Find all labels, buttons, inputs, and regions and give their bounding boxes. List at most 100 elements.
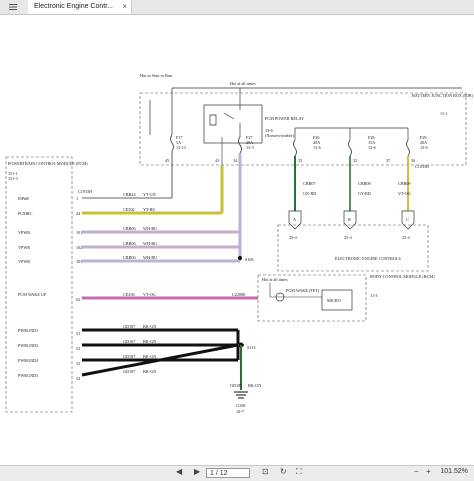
bcm-hot-label: Hot at all times xyxy=(262,277,288,282)
diagram-canvas: Hot in Start or Run Hot at all times BAT… xyxy=(0,15,474,465)
bjb-ref: 11-1 xyxy=(440,111,448,116)
circuit-id: GD187 xyxy=(123,339,135,344)
pcm-pin-number: 101 xyxy=(76,230,82,235)
bjb-pin: 36 xyxy=(411,158,415,163)
ground-wire-color: BK-GN xyxy=(248,383,261,388)
fuse-ref: 13-6 xyxy=(313,145,321,150)
relay-title: PCM POWER RELAY xyxy=(265,116,304,121)
eec-title: ELECTRONIC ENGINE CONTROLS xyxy=(335,256,402,261)
circuit-color: BK-GN xyxy=(143,354,156,359)
bcm-ref: 11-3 xyxy=(370,293,378,298)
document-tab-title: Electronic Engine Contr... xyxy=(34,3,113,10)
pcm-pin-number: 54 xyxy=(76,376,81,381)
bjb-connector: C1035B xyxy=(415,164,429,169)
eec-ref: 25-4 xyxy=(402,235,411,240)
fuse-ref: 13-13 xyxy=(176,145,186,150)
circuit-id: GD187 xyxy=(123,324,135,329)
circuit-color: VT-OG xyxy=(143,292,156,297)
relay-contact xyxy=(223,112,235,120)
circuit-color: WH-BU xyxy=(143,255,157,260)
ground-ref: 10-7 xyxy=(236,409,244,414)
tab-bar: Electronic Engine Contr... × xyxy=(0,0,474,15)
fuse-ref: 13-6 xyxy=(368,145,376,150)
pcm-connector: C1915H xyxy=(78,189,92,194)
eec-wire-color: VT-OG xyxy=(398,191,411,196)
close-tab-icon[interactable]: × xyxy=(122,0,127,14)
bjb-pin: 45 xyxy=(165,158,169,163)
fuse-ref: 13-6 xyxy=(420,145,428,150)
relay-note: (Nonserviceable) xyxy=(265,133,294,138)
ground-wire-id: GD187 xyxy=(230,383,242,388)
pcm-pin-number: 53 xyxy=(76,361,80,366)
pcm-title: POWERTRAIN CONTROL MODULE (PCM) xyxy=(8,161,88,166)
fit-page-icon[interactable]: ⊡ xyxy=(262,467,269,476)
bjb-pin: 33 xyxy=(298,158,302,163)
pcm-pin-number: 62 xyxy=(76,297,80,302)
circuit-color: WH-BU xyxy=(143,226,157,231)
eec-ref: 25-4 xyxy=(344,235,353,240)
eec-connector-letter: C xyxy=(406,217,409,222)
bjb-box xyxy=(139,92,467,166)
pcm-pin-label: PWRGND3 xyxy=(18,373,38,378)
circuit-color: WH-BU xyxy=(143,241,157,246)
zoom-out-icon[interactable]: − xyxy=(414,467,419,476)
bjb-pin: 37 xyxy=(386,158,390,163)
pcm-pin-label: PWRGND1 xyxy=(18,328,38,333)
eec-ref: 25-4 xyxy=(289,235,298,240)
relay-box xyxy=(203,104,263,144)
eec-connector-letter: A xyxy=(293,217,296,222)
pcm-ref-2: 151-3 xyxy=(8,176,18,181)
rotate-icon[interactable]: ↻ xyxy=(280,467,287,476)
pcm-pin-number: 102 xyxy=(76,245,82,250)
pcm-pin-label: VPWR xyxy=(18,245,30,250)
circuit-id: CBB06 xyxy=(123,255,136,260)
document-tab[interactable]: Electronic Engine Contr... × xyxy=(28,0,132,14)
circuit-color: BK-GN xyxy=(143,339,156,344)
eec-wire-id: CBB08 xyxy=(358,181,371,186)
hot-start-run-label: Hot in Start or Run xyxy=(140,73,173,78)
bcm-wake-label: PCM WAKE (FET) xyxy=(286,288,320,293)
circuit-id: CE502 xyxy=(123,207,135,212)
pcm-pin-label: VPWR xyxy=(18,259,30,264)
pcm-pin-label: VPWR xyxy=(18,230,30,235)
pcm-pin-number: 1 xyxy=(76,196,78,201)
splice-s106-label: S106 xyxy=(245,257,254,262)
bjb-pin: 34 xyxy=(233,158,238,163)
circuit-id: CE456 xyxy=(123,292,135,297)
circuit-color: BK-GN xyxy=(143,324,156,329)
pcm-pin-number: 52 xyxy=(76,346,80,351)
eec-connector-letter: B xyxy=(348,217,351,222)
bcm-title: BODY CONTROL MODULE (BCM) xyxy=(370,274,435,279)
pcm-pin-number: 103 xyxy=(76,259,82,264)
next-page-icon[interactable]: ▶ xyxy=(194,467,200,476)
pcm-pin-label: ISPnR xyxy=(18,196,29,201)
pcm-pin-label: PCM WAKE UP xyxy=(18,292,47,297)
splice-s113-label: S113 xyxy=(247,345,255,350)
bjb-title: BATTERY JUNCTION BOX (BJB) xyxy=(412,93,474,98)
eec-wire-id: CBB09 xyxy=(398,181,411,186)
circuit-color: YT-BU xyxy=(143,207,155,212)
bjb-pin: 41 xyxy=(215,158,219,163)
circuit-id: GD187 xyxy=(123,369,135,374)
eec-wire-color: GY-RD xyxy=(358,191,371,196)
bjb-pin: 32 xyxy=(353,158,357,163)
previous-page-icon[interactable]: ◀ xyxy=(176,467,182,476)
circuit-color: BK-GN xyxy=(143,369,156,374)
app-menu-icon[interactable] xyxy=(8,2,18,12)
circuit-id: CBB06 xyxy=(123,241,136,246)
pcm-pin-label: PWRGND2 xyxy=(18,343,38,348)
bcm-connector: C2280E xyxy=(232,292,246,297)
pcm-pin-number: 51 xyxy=(76,331,80,336)
wire-layer xyxy=(5,87,467,413)
ground-label: G108 xyxy=(236,403,245,408)
pcm-pin-label: PWRGND4 xyxy=(18,358,39,363)
relay-coil xyxy=(209,114,217,126)
circuit-id: GD187 xyxy=(123,354,135,359)
circuit-color: YT-GN xyxy=(143,192,156,197)
page-number-input[interactable]: 1 / 12 xyxy=(206,468,250,478)
viewer-toolbar: ◀ ▶ 1 / 12 ⊡ ↻ ⛶ − + 101.52% xyxy=(0,465,474,481)
zoom-in-icon[interactable]: + xyxy=(426,467,431,476)
hot-all-times-label: Hot at all times xyxy=(230,81,256,86)
zoom-fit-icon[interactable]: ⛶ xyxy=(296,467,302,477)
eec-wire-color: GN-RD xyxy=(303,191,316,196)
